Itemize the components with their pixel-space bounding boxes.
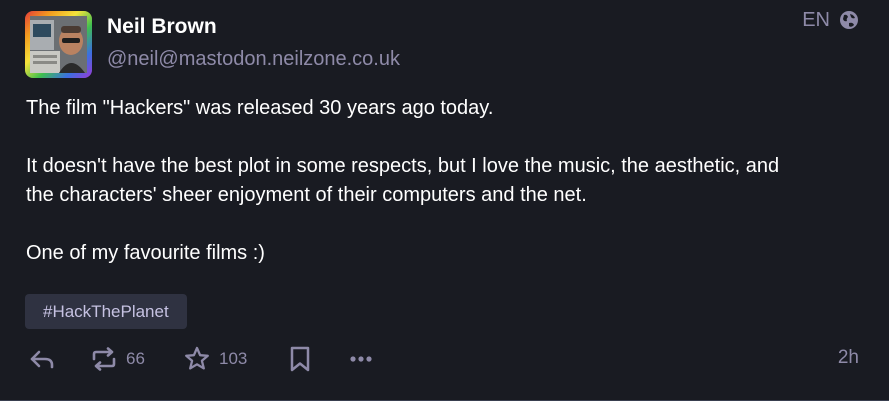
boost-count: 66	[126, 349, 145, 368]
favourite-button[interactable]: 103	[183, 343, 247, 375]
boost-button[interactable]: 66	[90, 343, 145, 375]
more-options-button[interactable]	[348, 343, 376, 375]
status-post: Neil Brown @neil@mastodon.neilzone.co.uk…	[0, 0, 889, 401]
reply-icon	[28, 347, 56, 371]
language-label: EN	[802, 9, 830, 31]
globe-icon	[839, 10, 859, 30]
hashtag-link[interactable]: #HackThePlanet	[25, 294, 187, 329]
post-paragraph: the characters' sheer enjoyment of their…	[26, 184, 587, 206]
author-display-name[interactable]: Neil Brown	[107, 15, 217, 39]
boost-icon	[90, 346, 118, 372]
bookmark-icon	[288, 345, 312, 373]
more-icon	[348, 347, 376, 371]
reply-button[interactable]	[28, 343, 56, 375]
post-paragraph: One of my favourite films :)	[26, 242, 265, 264]
post-timestamp[interactable]: 2h	[838, 347, 859, 369]
bookmark-button[interactable]	[288, 343, 312, 375]
post-content: The film "Hackers" was released 30 years…	[26, 94, 871, 297]
post-paragraph: The film "Hackers" was released 30 years…	[26, 97, 494, 119]
post-paragraph: It doesn't have the best plot in some re…	[26, 155, 780, 177]
avatar[interactable]	[25, 11, 92, 78]
star-icon	[183, 345, 211, 373]
favourite-count: 103	[219, 349, 248, 368]
author-handle[interactable]: @neil@mastodon.neilzone.co.uk	[107, 48, 400, 71]
